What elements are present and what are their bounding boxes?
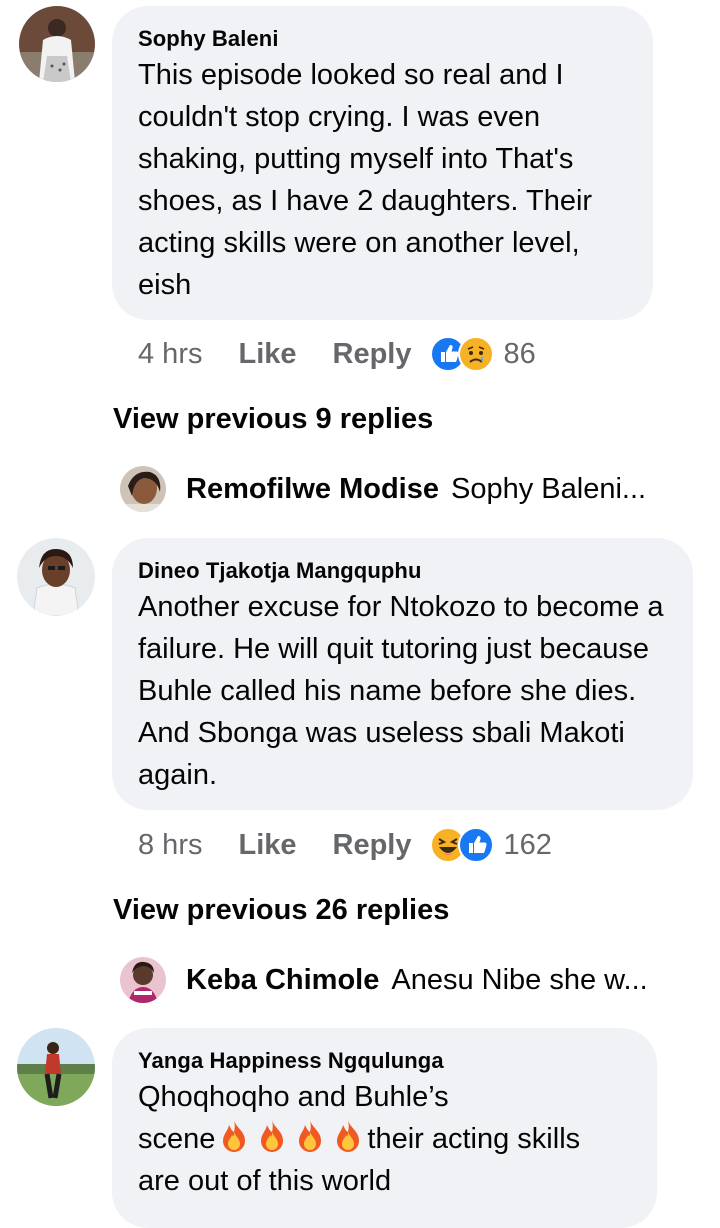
comment-bubble: Sophy Baleni This episode looked so real…: [112, 6, 653, 320]
fire-icon: [223, 1120, 246, 1152]
like-button[interactable]: Like: [238, 829, 296, 862]
avatar[interactable]: [19, 6, 95, 82]
reply-preview[interactable]: Remofilwe Modise Sophy Baleni...: [120, 466, 646, 512]
sad-icon: [457, 336, 494, 372]
fire-icon: [261, 1120, 284, 1152]
reaction-count: 162: [503, 828, 552, 861]
reply-button[interactable]: Reply: [333, 829, 412, 862]
reply-button[interactable]: Reply: [333, 338, 412, 371]
comment-author[interactable]: Yanga Happiness Ngqulunga: [138, 1048, 631, 1074]
comment-time[interactable]: 8 hrs: [138, 829, 202, 862]
comment-text-fragment: scene: [138, 1123, 216, 1155]
view-previous-replies-link[interactable]: View previous 26 replies: [113, 894, 449, 927]
reply-author[interactable]: Keba Chimole: [186, 964, 379, 997]
avatar[interactable]: [120, 466, 166, 512]
comment-text-line: Qhoqhoqho and Buhle’s: [138, 1081, 449, 1113]
fire-icon: [337, 1120, 360, 1152]
comment-time[interactable]: 4 hrs: [138, 338, 202, 371]
reply-snippet: Anesu Nibe she w...: [391, 963, 648, 996]
avatar[interactable]: [17, 1028, 95, 1106]
comment-author[interactable]: Dineo Tjakotja Mangquphu: [138, 558, 667, 584]
comment-bubble: Yanga Happiness Ngqulunga Qhoqhoqho and …: [112, 1028, 657, 1228]
comment-text: Qhoqhoqho and Buhle’s scene their acting …: [138, 1076, 638, 1202]
reply-preview[interactable]: Keba Chimole Anesu Nibe she w...: [120, 957, 648, 1003]
comment-text: Another excuse for Ntokozo to become a f…: [138, 591, 664, 791]
reactions-summary[interactable]: 162: [429, 827, 552, 863]
comment-text: This episode looked so real and I couldn…: [138, 59, 593, 301]
fire-emoji-group: [215, 1120, 367, 1155]
comment-author[interactable]: Sophy Baleni: [138, 26, 627, 52]
avatar[interactable]: [17, 538, 95, 616]
reaction-count: 86: [503, 337, 536, 370]
avatar[interactable]: [120, 957, 166, 1003]
comment-text-line: are out of this world: [138, 1165, 392, 1197]
reactions-summary[interactable]: 86: [429, 336, 536, 372]
view-previous-replies-link[interactable]: View previous 9 replies: [113, 403, 433, 436]
comment-text-fragment: their acting skills: [367, 1123, 581, 1155]
like-button[interactable]: Like: [238, 338, 296, 371]
comment-actions: 4 hrs Like Reply 86: [138, 334, 536, 374]
reply-author[interactable]: Remofilwe Modise: [186, 473, 439, 506]
comment-bubble: Dineo Tjakotja Mangquphu Another excuse …: [112, 538, 693, 810]
comment-actions: 8 hrs Like Reply 162: [138, 825, 552, 865]
like-icon: [457, 827, 494, 863]
comment-text-line: scene their acting skills: [138, 1118, 638, 1160]
reply-snippet: Sophy Baleni...: [451, 472, 647, 505]
fire-icon: [299, 1120, 322, 1152]
